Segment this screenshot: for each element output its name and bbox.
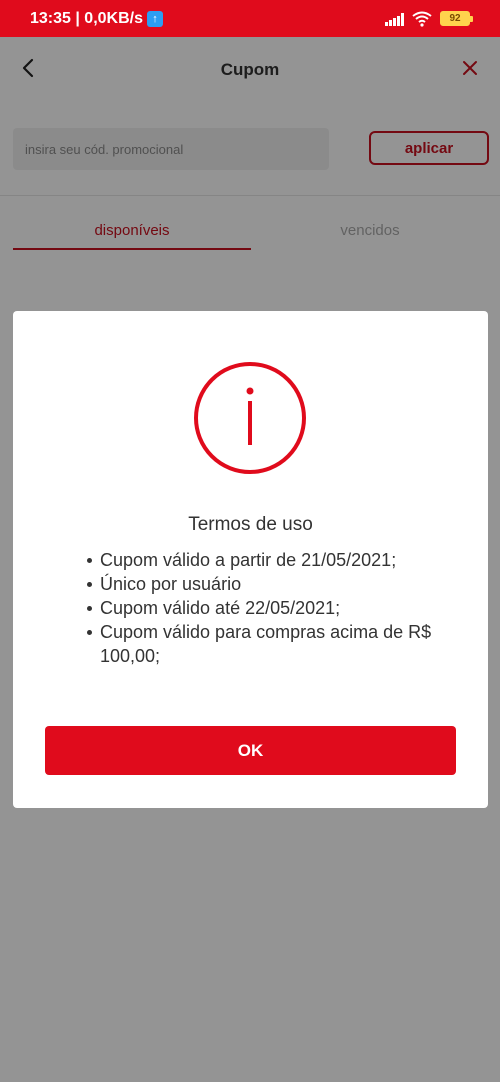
term-item: Cupom válido até 22/05/2021;: [85, 596, 455, 620]
battery-level: 92: [449, 13, 461, 24]
terms-list: Cupom válido a partir de 21/05/2021; Úni…: [85, 548, 455, 668]
dialog-title: Termos de uso: [188, 514, 313, 535]
status-left: 13:35 | 0,0KB/s ↑: [30, 10, 163, 28]
status-right: 92: [385, 11, 473, 27]
signal-icon: [385, 12, 404, 26]
upload-icon: ↑: [146, 10, 163, 27]
terms-dialog: Termos de uso Cupom válido a partir de 2…: [13, 311, 488, 808]
ok-button[interactable]: OK: [45, 726, 456, 775]
status-time-speed: 13:35 | 0,0KB/s: [30, 9, 143, 27]
battery-icon: 92: [440, 11, 473, 26]
term-item: Único por usuário: [85, 572, 455, 596]
term-item: Cupom válido a partir de 21/05/2021;: [85, 548, 455, 572]
info-icon: [194, 362, 306, 474]
term-item: Cupom válido para compras acima de R$ 10…: [85, 620, 455, 668]
status-bar: 13:35 | 0,0KB/s ↑ 92: [0, 0, 500, 37]
wifi-icon: [412, 11, 432, 27]
